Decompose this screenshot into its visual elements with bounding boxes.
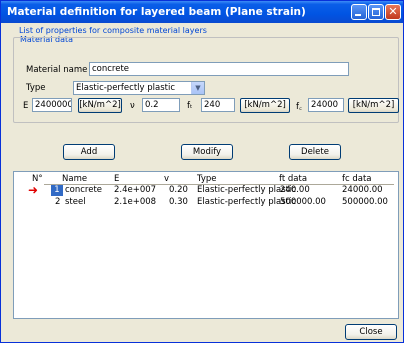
fc-unit-button[interactable]: [kN/m^2] bbox=[348, 98, 399, 113]
ft-label: fₜ bbox=[187, 101, 193, 111]
e-label: E bbox=[23, 101, 29, 111]
material-name-input[interactable]: concrete bbox=[89, 62, 349, 76]
maximize-icon bbox=[372, 8, 380, 16]
row-e: 2.1e+008 bbox=[114, 197, 157, 207]
type-label: Type bbox=[26, 83, 46, 93]
materials-list[interactable]: N° Name E v Type ft data fc data ➜ 1 con… bbox=[13, 171, 399, 319]
close-button[interactable]: Close bbox=[345, 324, 397, 340]
row-fc: 24000.00 bbox=[342, 185, 383, 195]
column-header-fc[interactable]: fc data bbox=[342, 174, 372, 184]
e-input[interactable]: 2400000 bbox=[32, 98, 72, 112]
nu-label: ν bbox=[130, 101, 135, 111]
row-ft: 240.00 bbox=[280, 185, 310, 195]
chevron-down-icon: ▼ bbox=[191, 82, 204, 94]
type-selected-value: Elastic-perfectly plastic bbox=[76, 83, 176, 93]
row-name: steel bbox=[65, 197, 86, 207]
add-button[interactable]: Add bbox=[63, 144, 115, 160]
row-name: concrete bbox=[65, 185, 103, 195]
title-bar[interactable]: Material definition for layered beam (Pl… bbox=[1, 1, 403, 23]
minimize-button[interactable] bbox=[351, 4, 367, 20]
column-header-type[interactable]: Type bbox=[197, 174, 217, 184]
column-header-e[interactable]: E bbox=[114, 174, 119, 184]
row-fc: 500000.00 bbox=[342, 197, 388, 207]
nu-input[interactable]: 0.2 bbox=[142, 98, 180, 112]
row-e: 2.4e+007 bbox=[114, 185, 157, 195]
column-header-v[interactable]: v bbox=[164, 174, 169, 184]
window-title: Material definition for layered beam (Pl… bbox=[7, 6, 306, 18]
properties-group-title: List of properties for composite materia… bbox=[18, 26, 208, 35]
ft-unit-button[interactable]: [kN/m^2] bbox=[240, 98, 290, 113]
minimize-icon bbox=[355, 14, 361, 16]
fc-input[interactable]: 24000 bbox=[308, 98, 344, 112]
ft-input[interactable]: 240 bbox=[201, 98, 235, 112]
row-v: 0.30 bbox=[169, 197, 188, 207]
e-unit-button[interactable]: [kN/m^2] bbox=[78, 98, 122, 113]
row-ft: 500000.00 bbox=[280, 197, 326, 207]
close-window-button[interactable]: ✕ bbox=[385, 4, 401, 20]
current-row-arrow-icon: ➜ bbox=[28, 183, 39, 197]
row-number-selected[interactable]: 1 bbox=[51, 185, 63, 196]
row-number: 2 bbox=[55, 197, 61, 207]
column-header-ft[interactable]: ft data bbox=[279, 174, 307, 184]
material-name-label: Material name bbox=[26, 65, 88, 75]
type-select[interactable]: Elastic-perfectly plastic ▼ bbox=[73, 81, 205, 95]
delete-button[interactable]: Delete bbox=[289, 144, 341, 160]
modify-button[interactable]: Modify bbox=[181, 144, 233, 160]
row-v: 0.20 bbox=[169, 185, 188, 195]
fc-label: f꜀ bbox=[296, 102, 302, 112]
column-header-name[interactable]: Name bbox=[62, 174, 87, 184]
close-icon: ✕ bbox=[388, 5, 398, 18]
maximize-button[interactable] bbox=[368, 4, 384, 20]
material-definition-window: Material definition for layered beam (Pl… bbox=[0, 0, 404, 343]
